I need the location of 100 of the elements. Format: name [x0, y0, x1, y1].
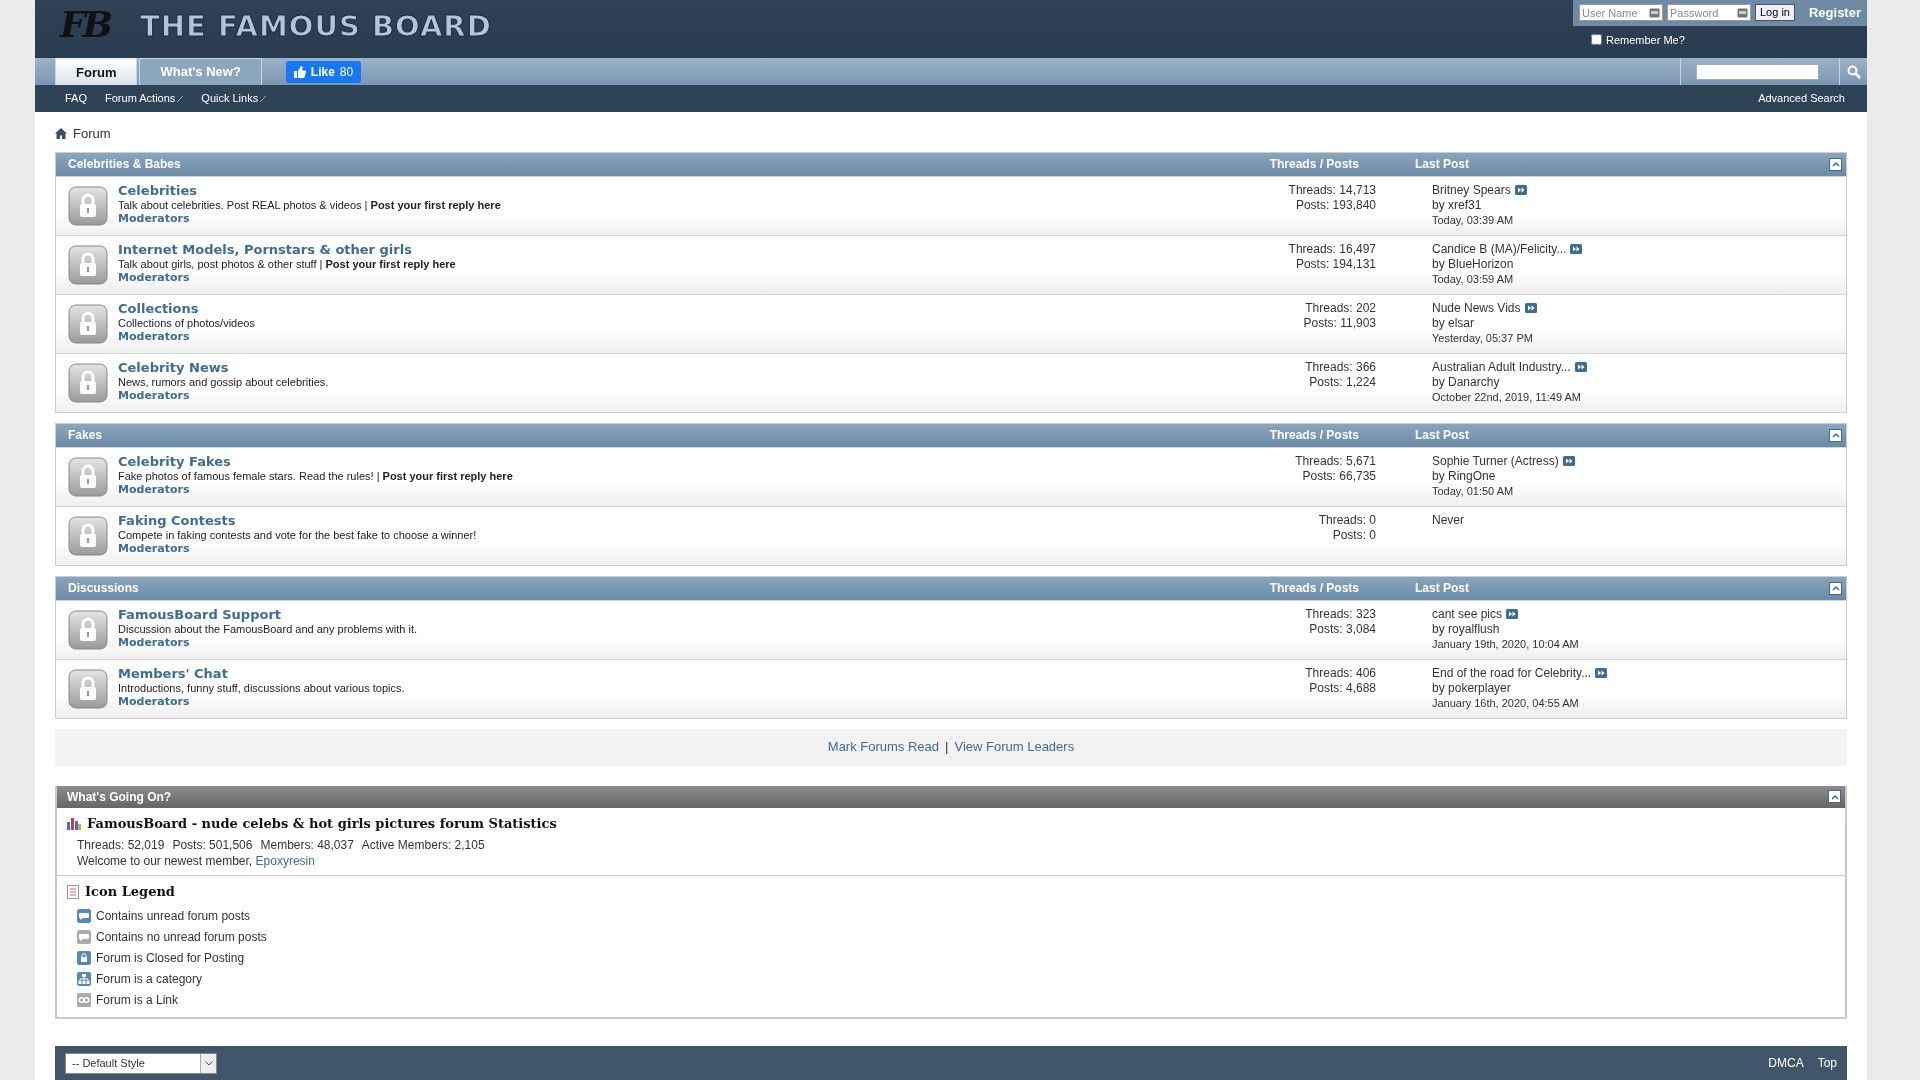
username-link[interactable]: RingOne [1448, 468, 1496, 483]
forum-title[interactable]: FamousBoard Support [118, 606, 417, 622]
moderators-link[interactable]: Moderators [118, 482, 513, 497]
password-field[interactable]: Password [1667, 4, 1751, 22]
last-post-link[interactable]: Australian Adult Industry... [1432, 359, 1571, 375]
username-link[interactable]: Danarchy [1448, 374, 1500, 389]
lock-icon [68, 456, 108, 497]
last-post-link[interactable]: Sophie Turner (Actress) [1432, 453, 1559, 469]
forum-title[interactable]: Faking Contests [118, 512, 477, 528]
post-count: Posts: 11,903 [1302, 315, 1376, 331]
last-post-link[interactable]: Candice B (MA)/Felicity... [1432, 241, 1567, 257]
post-time: January 16th, 2020, 04:55 AM [1432, 695, 1580, 711]
moderators-link[interactable]: Moderators [118, 635, 417, 650]
column-header: Last Post [1414, 156, 1470, 173]
thread-count: Threads: 366 [1304, 359, 1376, 375]
go-to-post-icon[interactable] [1574, 362, 1587, 372]
register-link[interactable]: Register [1808, 3, 1861, 23]
collapse-button[interactable] [1829, 157, 1842, 171]
stat-text: Posts: 501,506 [172, 837, 253, 853]
username-link[interactable]: BlueHorizon [1448, 256, 1514, 271]
username-field[interactable]: User Name [1579, 4, 1663, 22]
category-title[interactable]: Celebrities & Babes [68, 155, 181, 173]
moderators-link[interactable]: Moderators [118, 694, 405, 709]
subnav-link[interactable]: FAQ [65, 90, 87, 107]
chevron-up-icon [1830, 793, 1839, 800]
member-link[interactable]: Epoxyresin [255, 854, 315, 868]
hierarchy-icon [77, 972, 91, 986]
search-field[interactable] [1696, 63, 1819, 80]
forum-description: Introductions, funny stuff, discussions about various topics. [118, 680, 405, 695]
document-icon [67, 884, 79, 899]
forum-title[interactable]: Members' Chat [118, 665, 405, 681]
moderators-link[interactable]: Moderators [118, 541, 477, 556]
username-link[interactable]: elsar [1448, 315, 1475, 330]
forum-title[interactable]: Celebrity News [118, 359, 329, 375]
username-link[interactable]: royalflush [1448, 621, 1500, 636]
moderators-link[interactable]: Moderators [118, 329, 255, 344]
forum-title[interactable]: Celebrity Fakes [118, 453, 513, 469]
post-time: October 22nd, 2019, 11:49 AM [1432, 389, 1582, 405]
login-button[interactable]: Log in [1755, 4, 1795, 22]
moderators-link[interactable]: Moderators [118, 388, 329, 403]
go-to-post-icon[interactable] [1570, 244, 1583, 254]
username-link[interactable]: xref31 [1448, 197, 1482, 212]
legend-label: Forum is Closed for Posting [96, 950, 245, 967]
post-time: Today, 03:59 AM [1432, 271, 1515, 287]
separator: | [945, 738, 949, 757]
go-to-post-icon[interactable] [1514, 185, 1527, 195]
go-to-post-icon[interactable] [1506, 609, 1519, 619]
nav-tab[interactable]: Forum [55, 58, 138, 85]
forum-title[interactable]: Celebrities [118, 182, 501, 198]
go-to-post-icon[interactable] [1595, 668, 1608, 678]
section-title: What's Going On? [67, 788, 172, 806]
by-label: by [1432, 621, 1445, 636]
chevron-up-icon [1831, 585, 1840, 591]
collapse-button[interactable] [1829, 581, 1842, 595]
category-title[interactable]: Fakes [68, 426, 103, 444]
collapse-button[interactable] [1828, 790, 1841, 803]
lock-icon [68, 609, 108, 650]
bar-chart-icon [67, 816, 81, 830]
forum-title[interactable]: Collections [118, 300, 255, 316]
username-link[interactable]: pokerplayer [1448, 680, 1511, 695]
style-select[interactable]: -- Default Style [65, 1052, 217, 1074]
chevron-down-icon [204, 1060, 213, 1066]
footer-link[interactable]: DMCA [1768, 1054, 1804, 1072]
remember-checkbox[interactable] [1591, 34, 1602, 46]
logo-monogram: FB [60, 2, 110, 47]
forum-link[interactable]: View Forum Leaders [954, 737, 1075, 757]
go-to-post-icon[interactable] [1524, 303, 1537, 313]
last-post-link[interactable]: Britney Spears [1432, 182, 1511, 198]
thread-count: Threads: 14,713 [1287, 182, 1376, 198]
forum-title[interactable]: Internet Models, Pornstars & other girls [118, 241, 456, 257]
site-title: THE FAMOUS BOARD [140, 8, 492, 45]
keyboard-icon [1737, 7, 1748, 18]
breadcrumb-link[interactable]: Forum [73, 124, 111, 144]
last-post-link[interactable]: End of the road for Celebrity... [1432, 665, 1592, 681]
post-count: Posts: 3,084 [1308, 621, 1376, 637]
forum-description: Talk about celebrities. Post REAL photos & videos | Post your first reply here [118, 197, 501, 212]
remember-label: Remember Me? [1606, 32, 1685, 48]
forum-link[interactable]: Mark Forums Read [827, 737, 940, 757]
legend-label: Contains no unread forum posts [96, 929, 267, 946]
go-to-post-icon[interactable] [1562, 456, 1575, 466]
subnav-link[interactable]: Quick Links [201, 90, 267, 107]
moderators-link[interactable]: Moderators [118, 211, 501, 226]
chevron-up-icon [1831, 432, 1840, 438]
subnav-link[interactable]: Forum Actions [105, 90, 184, 107]
footer-link[interactable]: Top [1817, 1054, 1837, 1072]
post-count: Posts: 193,840 [1294, 197, 1376, 213]
lock-icon [68, 362, 108, 403]
chat-bubble-icon [77, 909, 91, 923]
last-post-link[interactable]: cant see pics [1432, 606, 1503, 622]
collapse-button[interactable] [1829, 428, 1842, 442]
last-post-text: Never [1432, 512, 1465, 528]
column-header: Last Post [1414, 580, 1470, 597]
like-button[interactable]: Like 80 [285, 60, 362, 83]
advanced-search-link[interactable]: Advanced Search [1758, 90, 1845, 107]
last-post-link[interactable]: Nude News Vids [1432, 300, 1521, 316]
column-header: Last Post [1414, 427, 1470, 444]
post-count: Posts: 0 [1331, 527, 1376, 543]
moderators-link[interactable]: Moderators [118, 270, 456, 285]
stat-text: Members: 48,037 [260, 837, 354, 853]
category-title[interactable]: Discussions [68, 579, 139, 597]
